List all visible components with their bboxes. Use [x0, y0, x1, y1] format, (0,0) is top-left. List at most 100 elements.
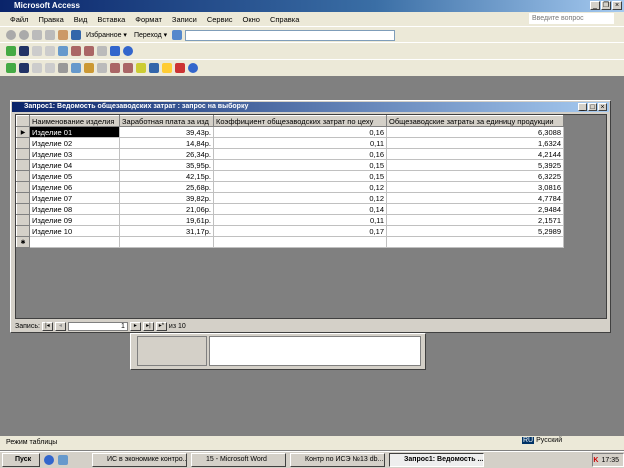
table-cell[interactable]: 5,3925: [386, 159, 564, 171]
table-cell[interactable]: 6,3088: [386, 126, 564, 138]
help-icon[interactable]: [188, 63, 198, 73]
preview-icon[interactable]: [45, 46, 55, 56]
table-cell[interactable]: 5,2989: [386, 225, 564, 237]
task-button[interactable]: ИС в экономике контро...: [92, 453, 187, 467]
spelling-icon[interactable]: [45, 63, 55, 73]
database-window-icon[interactable]: [110, 46, 120, 56]
search-web-icon[interactable]: [71, 30, 81, 40]
row-selector[interactable]: [16, 148, 30, 160]
help-icon[interactable]: [123, 46, 133, 56]
close-button[interactable]: ×: [612, 1, 622, 10]
table-cell[interactable]: Изделие 01: [29, 126, 120, 138]
menu-records[interactable]: Записи: [172, 15, 197, 24]
row-selector[interactable]: [16, 159, 30, 171]
table-cell[interactable]: 39,82р.: [119, 192, 214, 204]
menu-insert[interactable]: Вставка: [97, 15, 125, 24]
back-icon[interactable]: [6, 30, 16, 40]
table-cell[interactable]: 0,15: [213, 170, 387, 182]
view-icon[interactable]: [6, 46, 16, 56]
table-cell[interactable]: 0,12: [213, 192, 387, 204]
table-cell[interactable]: Изделие 03: [29, 148, 120, 160]
table-cell[interactable]: 31,17р.: [119, 225, 214, 237]
close-button[interactable]: ×: [598, 103, 607, 111]
menu-window[interactable]: Окно: [243, 15, 260, 24]
table-cell[interactable]: 0,17: [213, 225, 387, 237]
refresh-icon[interactable]: [45, 30, 55, 40]
table-cell[interactable]: 0,15: [213, 159, 387, 171]
table-row[interactable]: Изделие 03 26,34р. 0,16 4,2144: [16, 148, 564, 160]
table-row[interactable]: Изделие 05 42,15р. 0,15 6,3225: [16, 170, 564, 182]
record-number-input[interactable]: 1: [67, 322, 128, 331]
table-cell[interactable]: 2,9484: [386, 203, 564, 215]
view-icon[interactable]: [6, 63, 16, 73]
table-cell[interactable]: 3,0816: [386, 181, 564, 193]
menu-help[interactable]: Справка: [270, 15, 299, 24]
table-cell[interactable]: [386, 236, 564, 248]
table-cell[interactable]: 0,14: [213, 203, 387, 215]
table-cell[interactable]: Изделие 05: [29, 170, 120, 182]
menu-file[interactable]: Файл: [10, 15, 28, 24]
background-form-window[interactable]: [130, 333, 426, 370]
table-row[interactable]: Изделие 06 25,68р. 0,12 3,0816: [16, 181, 564, 193]
print-icon[interactable]: [32, 46, 42, 56]
table-cell[interactable]: 0,16: [213, 148, 387, 160]
sort-asc-icon[interactable]: [110, 63, 120, 73]
column-header[interactable]: Общезаводские затраты за единицу продукц…: [386, 115, 564, 127]
column-header[interactable]: Коэффициент общезаводских затрат по цеху: [213, 115, 387, 127]
ie-icon[interactable]: [44, 455, 54, 465]
sort-desc-icon[interactable]: [84, 46, 94, 56]
first-record-button[interactable]: |◂: [41, 322, 53, 331]
restore-button[interactable]: ❐: [601, 1, 611, 10]
ask-question-input[interactable]: Введите вопрос: [529, 13, 614, 24]
table-cell[interactable]: Изделие 10: [29, 225, 120, 237]
save-icon[interactable]: [19, 63, 29, 73]
table-cell[interactable]: 1,6324: [386, 137, 564, 149]
new-record-button[interactable]: ▸*: [155, 322, 167, 331]
table-cell[interactable]: Изделие 08: [29, 203, 120, 215]
table-cell[interactable]: Изделие 06: [29, 181, 120, 193]
menu-view[interactable]: Вид: [74, 15, 88, 24]
table-cell[interactable]: 26,34р.: [119, 148, 214, 160]
table-cell[interactable]: 42,15р.: [119, 170, 214, 182]
last-record-button[interactable]: ▸|: [142, 322, 154, 331]
table-cell[interactable]: 0,11: [213, 214, 387, 226]
table-row[interactable]: Изделие 10 31,17р. 0,17 5,2989: [16, 225, 564, 237]
row-selector[interactable]: ▶: [16, 126, 30, 138]
table-cell[interactable]: 0,12: [213, 181, 387, 193]
cut-icon[interactable]: [58, 63, 68, 73]
goto-menu[interactable]: Переход ▾: [132, 31, 169, 39]
table-row[interactable]: Изделие 02 14,84р. 0,11 1,6324: [16, 137, 564, 149]
table-cell[interactable]: 21,06р.: [119, 203, 214, 215]
table-cell[interactable]: Изделие 04: [29, 159, 120, 171]
table-row[interactable]: Изделие 07 39,82р. 0,12 4,7784: [16, 192, 564, 204]
task-button[interactable]: 15 - Microsoft Word: [191, 453, 286, 467]
table-cell[interactable]: 19,61р.: [119, 214, 214, 226]
task-button[interactable]: Контр по ИСЭ №13 db...: [290, 453, 385, 467]
copy-icon[interactable]: [58, 46, 68, 56]
table-cell[interactable]: 14,84р.: [119, 137, 214, 149]
table-cell[interactable]: [213, 236, 387, 248]
maximize-button[interactable]: □: [588, 103, 597, 111]
table-cell[interactable]: 39,43р.: [119, 126, 214, 138]
paste-icon[interactable]: [84, 63, 94, 73]
table-cell[interactable]: 2,1571: [386, 214, 564, 226]
antivirus-icon[interactable]: K: [593, 457, 598, 464]
row-selector[interactable]: [16, 170, 30, 182]
start-button[interactable]: Пуск: [2, 453, 40, 467]
sort-desc-icon[interactable]: [123, 63, 133, 73]
forward-icon[interactable]: [19, 30, 29, 40]
table-cell[interactable]: 35,95р.: [119, 159, 214, 171]
filter-icon[interactable]: [136, 63, 146, 73]
new-record-icon[interactable]: [162, 63, 172, 73]
table-cell[interactable]: 4,7784: [386, 192, 564, 204]
task-button-active[interactable]: Запрос1: Ведомость ...: [389, 453, 484, 467]
row-selector[interactable]: [16, 137, 30, 149]
row-selector[interactable]: [16, 181, 30, 193]
row-selector[interactable]: [16, 192, 30, 204]
menu-format[interactable]: Формат: [135, 15, 162, 24]
copy-icon[interactable]: [71, 63, 81, 73]
minimize-button[interactable]: _: [578, 103, 587, 111]
delete-record-icon[interactable]: [175, 63, 185, 73]
new-record-row[interactable]: ✱: [16, 236, 564, 248]
table-cell[interactable]: 0,11: [213, 137, 387, 149]
